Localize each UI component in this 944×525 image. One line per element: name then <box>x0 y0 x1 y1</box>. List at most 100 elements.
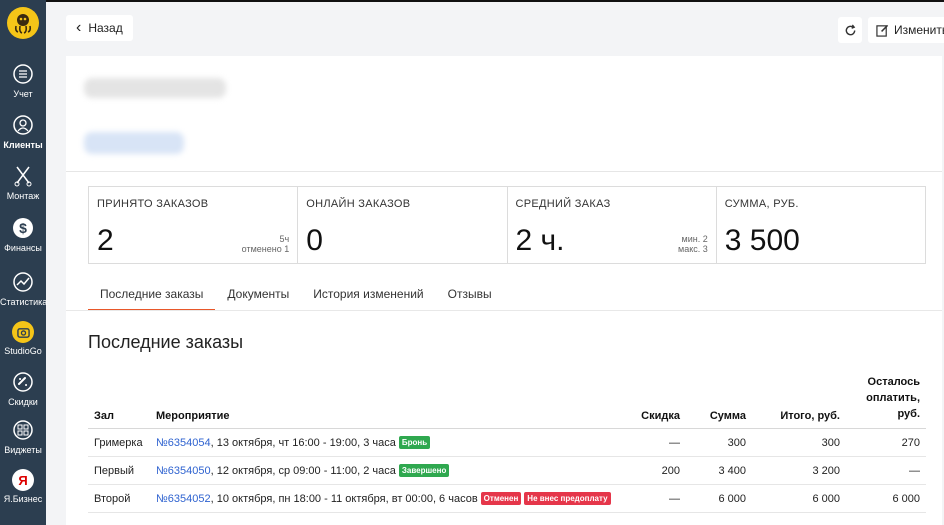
cell-remaining: 6 000 <box>846 484 926 513</box>
stat-value: 3 500 <box>724 224 800 257</box>
stat-sub-line: мин. 2 <box>681 234 708 244</box>
edit-button[interactable]: Изменить <box>868 17 944 43</box>
payment-badge: Не внес предоплату <box>524 492 611 505</box>
cell-event: №6354050, 12 октября, ср 09:00 - 11:00, … <box>150 456 630 485</box>
edit-label: Изменить <box>894 23 944 37</box>
cell-sum: 3 400 <box>686 456 752 485</box>
stats-panel: ПРИНЯТО ЗАКАЗОВ 2 5ч отменено 1 ОНЛАЙН З… <box>88 186 926 264</box>
cell-event: №6354054, 13 октября, чт 16:00 - 19:00, … <box>150 428 630 457</box>
sidebar-item-label: Клиенты <box>3 140 43 150</box>
tab-bar: Последние заказы Документы История измен… <box>88 278 504 311</box>
col-header-discount: Скидка <box>630 374 686 429</box>
sidebar-item-yabusiness[interactable]: Я Я.Бизнес <box>0 469 46 505</box>
chevron-left-icon: ‹ <box>76 19 82 36</box>
section-title: Последние заказы <box>88 332 244 352</box>
sidebar-item-label: Монтаж <box>6 191 40 201</box>
stat-title: ОНЛАЙН ЗАКАЗОВ <box>306 198 411 210</box>
cell-hall: Первый <box>88 456 150 485</box>
stat-sub-line: 5ч <box>279 234 290 244</box>
sidebar-item-label: Статистика <box>0 297 48 307</box>
sidebar-item-stats[interactable]: Статистика <box>0 270 48 308</box>
sidebar-item-uchet[interactable]: Учет <box>0 62 46 100</box>
stat-average-order: СРЕДНИЙ ЗАКАЗ 2 ч. мин. 2 макс. 3 <box>508 187 717 263</box>
stat-value: 0 <box>306 224 323 257</box>
table-row[interactable]: Первый №6354050, 12 октября, ср 09:00 - … <box>88 456 926 485</box>
table-row[interactable]: Гримерка №6354054, 13 октября, чт 16:00 … <box>88 428 926 457</box>
sidebar-item-discounts[interactable]: Скидки <box>0 370 46 408</box>
status-badge: Завершено <box>398 464 450 477</box>
orders-table: Зал Мероприятие Скидка Сумма Итого, руб.… <box>88 374 926 513</box>
cell-total: 300 <box>752 428 846 457</box>
stat-title: СУММА, РУБ. <box>724 198 799 210</box>
sidebar-item-clients[interactable]: Клиенты <box>0 113 46 151</box>
sidebar-item-studiogo[interactable]: StudioGo <box>0 321 46 357</box>
discount-tag-icon <box>13 372 33 392</box>
event-details: , 10 октября, пн 18:00 - 11 октября, вт … <box>210 493 478 505</box>
stat-title: СРЕДНИЙ ЗАКАЗ <box>515 198 611 210</box>
back-button[interactable]: ‹ Назад <box>66 15 133 41</box>
stat-online-orders: ОНЛАЙН ЗАКАЗОВ 0 <box>298 187 508 263</box>
stat-sub: мин. 2 макс. 3 <box>678 234 708 254</box>
cell-sum: 6 000 <box>686 484 752 513</box>
stat-sub-line: отменено 1 <box>241 244 290 254</box>
status-badge: Бронь <box>398 436 431 449</box>
cell-hall: Гримерка <box>88 428 150 457</box>
svg-text:$: $ <box>19 220 27 236</box>
tab-reviews[interactable]: Отзывы <box>436 278 504 311</box>
sidebar-item-finance[interactable]: $ Финансы <box>0 216 46 254</box>
col-header-event: Мероприятие <box>150 374 630 429</box>
ledger-icon <box>13 64 33 84</box>
col-header-total: Итого, руб. <box>752 374 846 429</box>
cell-remaining: — <box>846 456 926 485</box>
dollar-icon: $ <box>13 218 33 238</box>
stat-value: 2 ч. <box>515 224 565 257</box>
stat-sub-line: макс. 3 <box>678 244 708 254</box>
tab-history[interactable]: История изменений <box>301 278 435 311</box>
event-details: , 13 октября, чт 16:00 - 19:00, 3 часа <box>210 437 396 449</box>
chart-icon <box>13 272 33 292</box>
sidebar-item-widgets[interactable]: Виджеты <box>0 418 46 456</box>
stat-total-sum: СУММА, РУБ. 3 500 <box>717 187 925 263</box>
event-details: , 12 октября, ср 09:00 - 11:00, 2 часа <box>210 465 396 477</box>
cell-hall: Второй <box>88 484 150 513</box>
blurred-client-contact <box>84 132 184 154</box>
tab-recent-orders[interactable]: Последние заказы <box>88 278 216 311</box>
stat-value: 2 <box>97 224 114 257</box>
refresh-button[interactable] <box>838 17 862 43</box>
yandex-icon: Я <box>12 469 34 491</box>
cell-event: №6354052, 10 октября, пн 18:00 - 11 октя… <box>150 484 630 513</box>
sidebar-item-label: Учет <box>13 89 33 99</box>
back-label: Назад <box>88 21 123 35</box>
sidebar-item-label: Финансы <box>4 243 42 253</box>
sidebar-item-label: Я.Бизнес <box>3 494 43 504</box>
divider <box>66 171 942 172</box>
cell-total: 6 000 <box>752 484 846 513</box>
cell-total: 3 200 <box>752 456 846 485</box>
sidebar-item-label: StudioGo <box>4 346 42 356</box>
order-link[interactable]: №6354052 <box>156 493 211 505</box>
octopus-logo-icon <box>14 14 32 34</box>
order-link[interactable]: №6354050 <box>156 465 211 477</box>
camera-icon <box>12 321 34 343</box>
client-card: ПРИНЯТО ЗАКАЗОВ 2 5ч отменено 1 ОНЛАЙН З… <box>66 56 942 525</box>
col-header-remaining: Осталось оплатить, руб. <box>846 374 926 429</box>
sidebar: Учет Клиенты Монтаж $ Финансы Статистика… <box>0 0 48 525</box>
stat-title: ПРИНЯТО ЗАКАЗОВ <box>97 198 209 210</box>
top-bar: ‹ Назад Изменить <box>46 0 944 56</box>
order-link[interactable]: №6354054 <box>156 437 211 449</box>
stat-accepted-orders: ПРИНЯТО ЗАКАЗОВ 2 5ч отменено 1 <box>89 187 299 263</box>
app-logo[interactable] <box>7 7 39 39</box>
tab-documents[interactable]: Документы <box>215 278 301 311</box>
sidebar-item-montazh[interactable]: Монтаж <box>0 164 46 202</box>
table-row[interactable]: Второй №6354052, 10 октября, пн 18:00 - … <box>88 484 926 513</box>
divider <box>66 310 942 311</box>
col-header-hall: Зал <box>88 374 150 429</box>
sidebar-item-label: Виджеты <box>4 445 42 455</box>
edit-icon <box>876 24 889 37</box>
clients-icon <box>13 115 33 135</box>
cell-discount: — <box>630 428 686 457</box>
refresh-icon <box>845 24 855 35</box>
col-header-sum: Сумма <box>686 374 752 429</box>
status-badge: Отменен <box>480 492 522 505</box>
cell-sum: 300 <box>686 428 752 457</box>
